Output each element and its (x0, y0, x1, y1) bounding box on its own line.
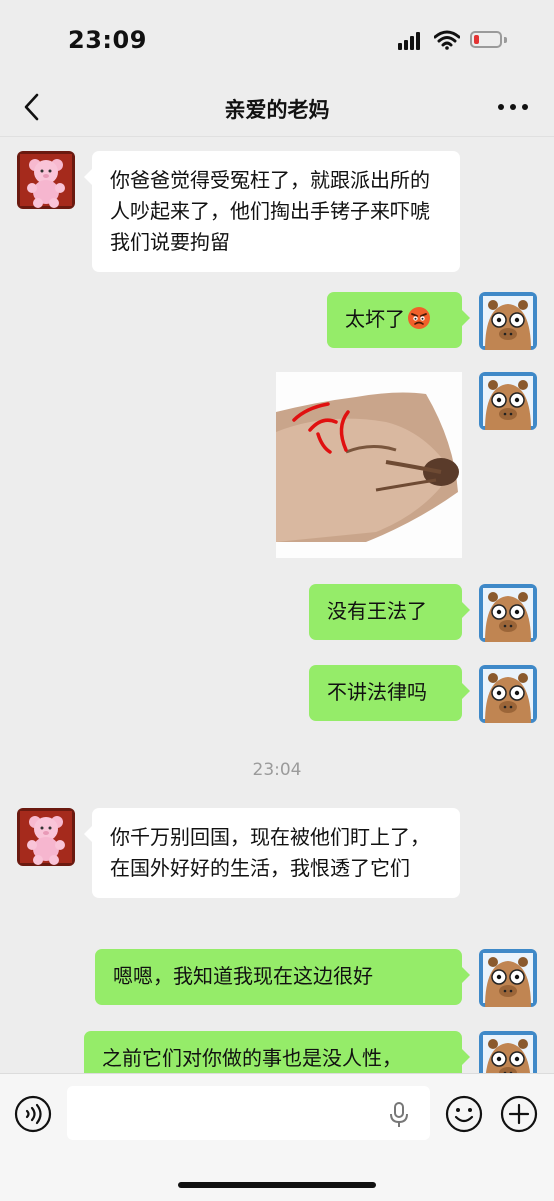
my-avatar[interactable] (479, 584, 537, 642)
message-bubble-outgoing[interactable]: 太坏了 (327, 292, 470, 348)
chat-title: 亲爱的老妈 (224, 98, 330, 122)
status-bar: 23:09 (0, 0, 554, 80)
message-text: 不讲法律吗 (327, 680, 427, 704)
message-bubble-incoming[interactable]: 你爸爸觉得受冤枉了，就跟派出所的人吵起来了，他们掏出手铐子来吓唬我们说要拘留 (84, 151, 460, 272)
chat-timestamp: 23:04 (252, 760, 302, 780)
message-text: 太坏了 (345, 307, 405, 331)
my-avatar[interactable] (479, 665, 537, 723)
message-text: 没有王法了 (327, 599, 427, 623)
signal-icon (398, 32, 424, 50)
mom-avatar[interactable] (17, 808, 75, 866)
more-options-icon[interactable] (498, 104, 530, 112)
message-text: 之前它们对你做的事也是没人性， (102, 1046, 402, 1070)
emoji-icon[interactable] (445, 1095, 483, 1133)
microphone-icon[interactable] (388, 1101, 410, 1129)
my-avatar[interactable] (479, 292, 537, 350)
message-input[interactable] (67, 1086, 430, 1140)
input-bar (0, 1073, 554, 1201)
message-text: 你千万别回国，现在被他们盯上了，在国外好好的生活，我恨透了它们 (110, 825, 430, 880)
message-bubble-outgoing[interactable]: 没有王法了 (309, 584, 470, 640)
add-icon[interactable] (500, 1095, 538, 1133)
my-avatar[interactable] (479, 372, 537, 430)
message-text: 你爸爸觉得受冤枉了，就跟派出所的人吵起来了，他们掏出手铐子来吓唬我们说要拘留 (110, 168, 430, 254)
message-bubble-outgoing[interactable]: 不讲法律吗 (309, 665, 470, 721)
message-bubble-incoming[interactable]: 你千万别回国，现在被他们盯上了，在国外好好的生活，我恨透了它们 (84, 808, 460, 898)
chat-header: 亲爱的老妈 (0, 80, 554, 137)
status-time: 23:09 (68, 26, 147, 54)
angry-face-emoji-icon (408, 307, 430, 329)
wifi-icon (434, 30, 460, 50)
battery-tip (504, 37, 507, 43)
message-bubble-outgoing[interactable]: 嗯嗯，我知道我现在这边很好 (95, 949, 470, 1005)
message-text: 嗯嗯，我知道我现在这边很好 (113, 964, 373, 988)
voice-input-icon[interactable] (14, 1095, 52, 1133)
home-indicator (178, 1182, 376, 1188)
battery-icon (470, 31, 502, 48)
angry-dog-sticker[interactable] (276, 372, 462, 558)
my-avatar[interactable] (479, 949, 537, 1007)
mom-avatar[interactable] (17, 151, 75, 209)
